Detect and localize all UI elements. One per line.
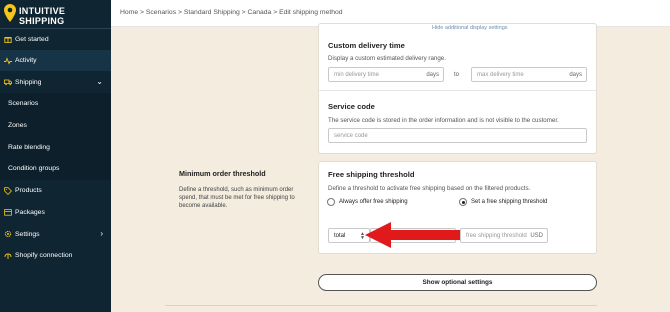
radio-set-threshold-label[interactable]: Set a free shipping threshold bbox=[471, 199, 547, 205]
free-shipping-title: Free shipping threshold bbox=[328, 170, 415, 179]
service-code-title: Service code bbox=[328, 102, 375, 111]
gift-icon bbox=[4, 35, 12, 44]
radio-set-threshold[interactable] bbox=[459, 198, 467, 206]
service-code-input[interactable]: service code bbox=[328, 128, 587, 143]
section-divider bbox=[318, 90, 597, 91]
sidebar-item-label: Products bbox=[15, 187, 42, 195]
sidebar-item-rate-blending[interactable]: Rate blending bbox=[0, 136, 111, 159]
threshold-type-select[interactable]: total ▲ ▼ bbox=[328, 228, 370, 243]
chevron-right-icon: › bbox=[100, 229, 103, 239]
min-order-title: Minimum order threshold bbox=[179, 169, 266, 178]
sidebar-item-get-started[interactable]: Get started bbox=[0, 28, 111, 50]
tag-icon bbox=[4, 186, 12, 195]
bottom-divider bbox=[165, 305, 597, 306]
sidebar-item-label: Settings bbox=[15, 230, 40, 238]
radio-always-free-label[interactable]: Always offer free shipping bbox=[339, 199, 408, 205]
custom-delivery-desc: Display a custom estimated delivery rang… bbox=[328, 55, 446, 62]
radio-always-free[interactable] bbox=[327, 198, 335, 206]
sidebar-item-settings[interactable]: Settings › bbox=[0, 223, 111, 245]
sidebar-nav: Get started Activity Shipping ⌄ Scenario… bbox=[0, 28, 111, 267]
free-shipping-desc: Define a threshold to activate free ship… bbox=[328, 185, 531, 192]
min-delivery-input[interactable]: min delivery time days bbox=[328, 67, 444, 82]
sidebar-item-shopify-connection[interactable]: Shopify connection bbox=[0, 245, 111, 267]
sidebar-item-shipping[interactable]: Shipping ⌄ bbox=[0, 71, 111, 93]
hide-display-settings-link[interactable]: Hide additional display settings bbox=[432, 25, 508, 31]
service-code-placeholder: service code bbox=[334, 132, 368, 139]
sidebar-item-label: Scenarios bbox=[8, 100, 39, 108]
service-code-desc: The service code is stored in the order … bbox=[328, 117, 559, 124]
free-shipping-threshold-input[interactable]: free shipping threshold USD bbox=[460, 228, 548, 243]
brand-line1: INTUITIVE bbox=[19, 6, 66, 16]
chevron-down-icon: ⌄ bbox=[96, 77, 103, 87]
sidebar: INTUITIVE SHIPPING Get started Activity … bbox=[0, 0, 111, 312]
sidebar-item-label: Activity bbox=[15, 57, 37, 65]
sidebar-item-zones[interactable]: Zones bbox=[0, 114, 111, 137]
package-icon bbox=[4, 208, 12, 216]
to-label: to bbox=[454, 72, 460, 78]
max-delivery-placeholder: max delivery time bbox=[477, 71, 524, 78]
sidebar-item-activity[interactable]: Activity bbox=[0, 49, 111, 72]
max-delivery-input[interactable]: max delivery time days bbox=[471, 67, 587, 82]
threshold-type-value: total bbox=[334, 232, 346, 239]
gear-icon bbox=[4, 230, 12, 238]
sidebar-item-label: Get started bbox=[15, 35, 49, 43]
currency-suffix: USD bbox=[530, 233, 543, 239]
sidebar-item-label: Zones bbox=[8, 122, 27, 130]
breadcrumb[interactable]: Home > Scenarios > Standard Shipping > C… bbox=[120, 9, 343, 16]
sidebar-item-label: Shopify connection bbox=[15, 252, 73, 260]
annotation-arrow-icon bbox=[365, 222, 460, 248]
show-optional-settings-button[interactable]: Show optional settings bbox=[318, 274, 597, 291]
sidebar-item-label: Rate blending bbox=[8, 143, 50, 151]
min-order-desc: Define a threshold, such as minimum orde… bbox=[179, 187, 295, 210]
min-delivery-placeholder: min delivery time bbox=[334, 71, 380, 78]
threshold-placeholder: free shipping threshold bbox=[466, 232, 527, 239]
min-delivery-suffix: days bbox=[426, 72, 439, 78]
plug-icon bbox=[4, 252, 12, 260]
max-delivery-suffix: days bbox=[569, 72, 582, 78]
brand-line2: SHIPPING bbox=[19, 16, 65, 26]
truck-icon bbox=[4, 78, 12, 86]
activity-icon bbox=[4, 56, 12, 65]
sidebar-item-label: Packages bbox=[15, 208, 45, 216]
sidebar-item-products[interactable]: Products bbox=[0, 180, 111, 202]
sidebar-item-scenarios[interactable]: Scenarios bbox=[0, 93, 111, 115]
sidebar-item-label: Condition groups bbox=[8, 165, 60, 173]
sidebar-item-packages[interactable]: Packages bbox=[0, 202, 111, 224]
custom-delivery-title: Custom delivery time bbox=[328, 41, 405, 50]
sidebar-item-label: Shipping bbox=[15, 78, 42, 86]
sidebar-item-condition-groups[interactable]: Condition groups bbox=[0, 158, 111, 180]
location-pin-icon bbox=[4, 4, 16, 22]
brand-logo[interactable]: INTUITIVE SHIPPING bbox=[4, 4, 107, 26]
